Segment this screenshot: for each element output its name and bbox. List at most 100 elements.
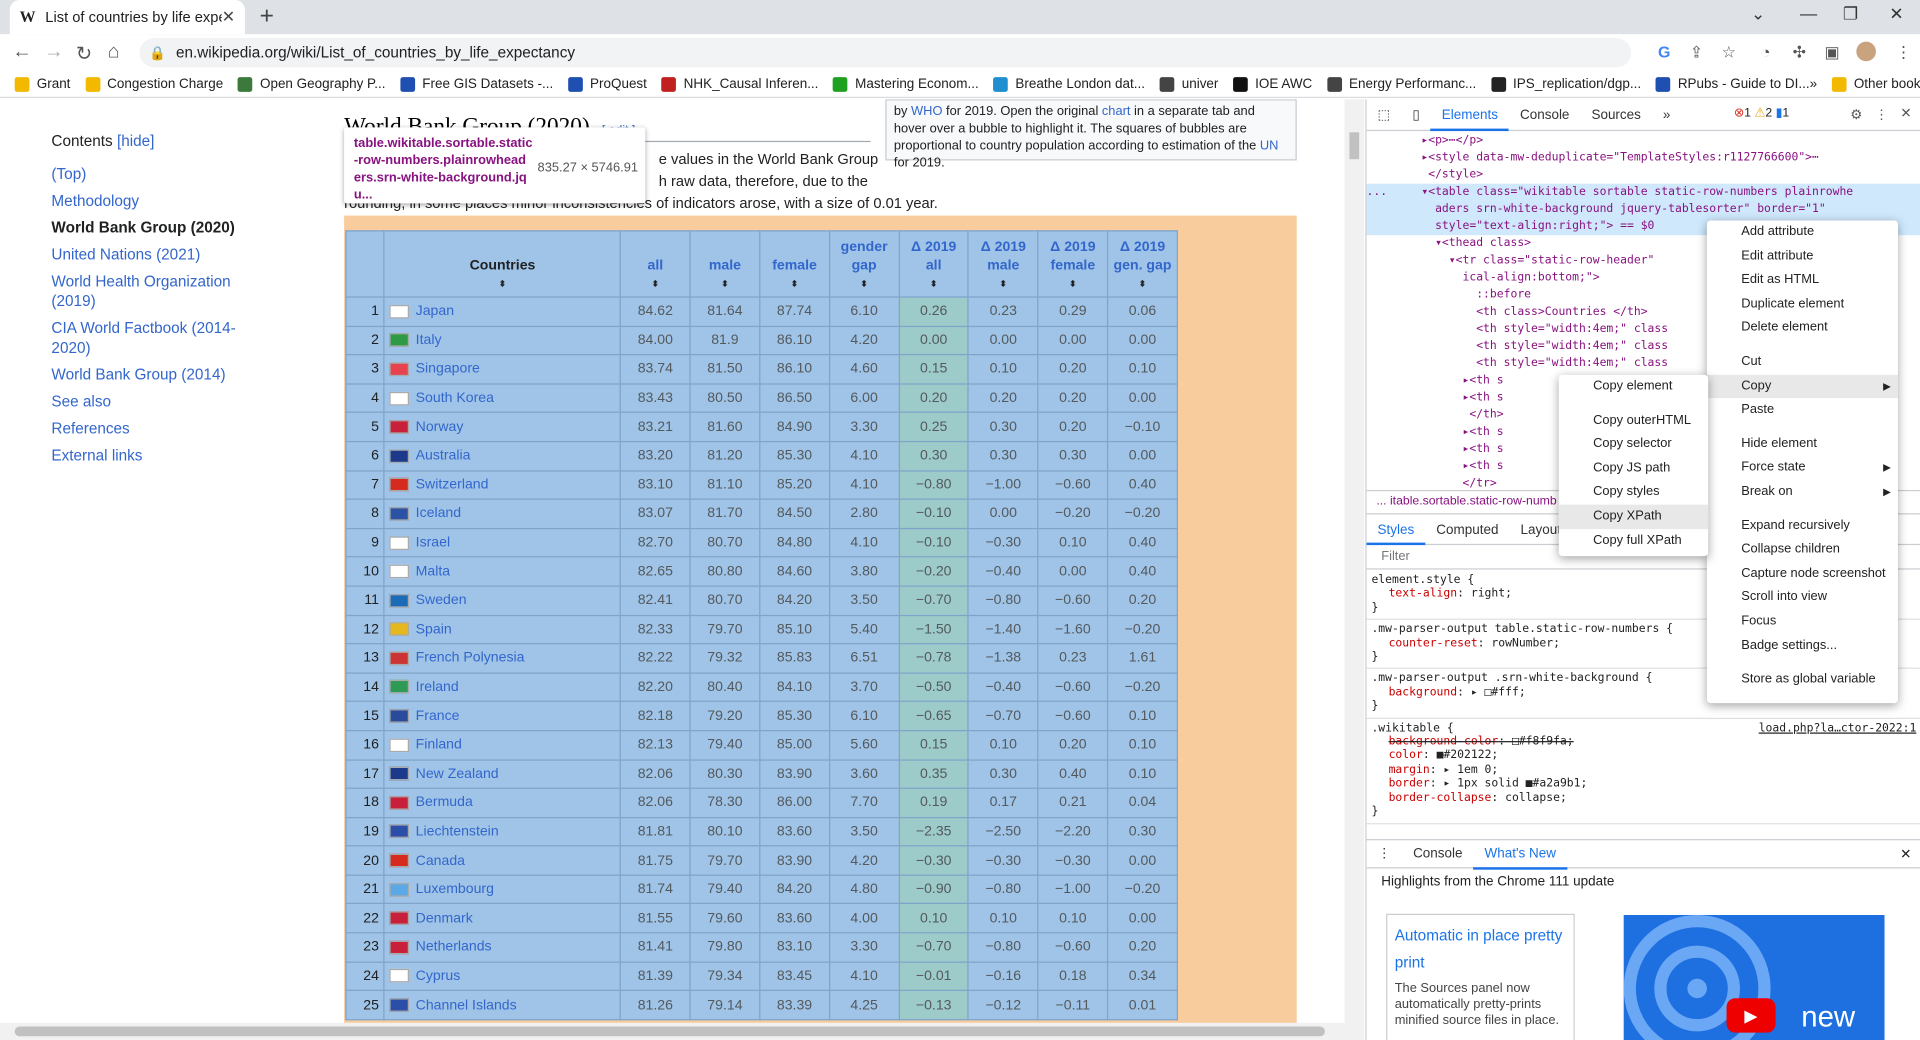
css-property[interactable]: color: ■#202122;	[1371, 749, 1916, 763]
country-link[interactable]: Malta	[416, 564, 450, 579]
country-link[interactable]: Spain	[416, 622, 452, 637]
tab-console[interactable]: Console	[1509, 99, 1580, 131]
country-cell[interactable]: Singapore	[383, 354, 622, 385]
css-rule[interactable]: load.php?la…ctor-2022:1 .wikitable {backg…	[1366, 719, 1920, 824]
country-link[interactable]: Sweden	[416, 593, 467, 608]
copy-submenu-item[interactable]: Copy XPath	[1558, 504, 1709, 529]
bookmark-item[interactable]: Mastering Econom...	[833, 76, 979, 92]
who-link[interactable]: WHO	[911, 104, 942, 119]
context-menu-item[interactable]: Cut	[1707, 350, 1898, 374]
country-cell[interactable]: Spain	[383, 614, 622, 645]
tab-elements[interactable]: Elements	[1430, 99, 1509, 131]
context-menu-item[interactable]: Capture node screenshot	[1707, 562, 1898, 586]
country-cell[interactable]: Cyprus	[383, 961, 622, 992]
css-property[interactable]: margin: ▸ 1em 0;	[1371, 763, 1916, 777]
country-cell[interactable]: Israel	[383, 527, 622, 558]
country-cell[interactable]: Netherlands	[383, 932, 622, 963]
country-link[interactable]: Netherlands	[416, 940, 492, 955]
country-link[interactable]: Ireland	[416, 680, 459, 695]
context-menu-item[interactable]: Expand recursively	[1707, 514, 1898, 538]
extensions-puzzle-icon[interactable]: ✣	[1793, 43, 1806, 63]
toc-item[interactable]: Methodology	[51, 191, 271, 211]
reload-icon[interactable]: ↻	[76, 42, 92, 66]
dom-node-line[interactable]: ... ▾<table class="wikitable sortable st…	[1366, 183, 1920, 201]
bookmark-item[interactable]: NHK_Causal Inferen...	[661, 76, 818, 92]
google-lens-icon[interactable]: G	[1658, 43, 1670, 61]
country-cell[interactable]: Italy	[383, 325, 622, 356]
toc-hide-link[interactable]: [hide]	[117, 132, 154, 149]
context-menu-item[interactable]: Paste	[1707, 398, 1898, 422]
css-rule-source-link[interactable]: load.php?la…ctor-2022:1	[1759, 721, 1917, 735]
css-property[interactable]: background-color: □#f8f9fa;	[1371, 735, 1916, 749]
country-cell[interactable]: Liechtenstein	[383, 816, 622, 847]
page-scroll-thumb[interactable]	[1349, 132, 1360, 160]
copy-submenu-item[interactable]: Copy selector	[1559, 433, 1708, 457]
close-drawer-icon[interactable]: ✕	[1900, 846, 1911, 862]
column-header[interactable]: Δ 2019 male ⬍	[967, 230, 1039, 298]
country-cell[interactable]: Sweden	[383, 585, 622, 616]
country-cell[interactable]: France	[383, 701, 622, 732]
context-menu-item[interactable]: Force state ▶	[1707, 456, 1898, 480]
profile-avatar[interactable]	[1856, 41, 1876, 62]
address-bar[interactable]: 🔒 en.wikipedia.org/wiki/List_of_countrie…	[139, 37, 1632, 68]
close-devtools-icon[interactable]: ✕	[1900, 105, 1911, 122]
inspect-element-icon[interactable]: ⬚	[1367, 99, 1402, 131]
sort-icon[interactable]: ⬍	[1111, 276, 1175, 297]
forward-icon[interactable]: →	[44, 42, 64, 64]
tab-styles[interactable]: Styles	[1366, 515, 1426, 545]
css-property[interactable]: border: ▸ 1px solid ■#a2a9b1;	[1371, 777, 1916, 791]
country-link[interactable]: Cyprus	[416, 969, 461, 984]
sort-icon[interactable]: ⬍	[624, 276, 687, 297]
bookmark-item[interactable]: IOE AWC	[1233, 76, 1312, 92]
country-cell[interactable]: Norway	[383, 412, 622, 443]
country-link[interactable]: Bermuda	[416, 795, 473, 810]
country-link[interactable]: Israel	[416, 535, 450, 550]
country-cell[interactable]: Denmark	[383, 903, 622, 934]
country-cell[interactable]: Japan	[383, 296, 622, 327]
drawer-tab-whats-new[interactable]: What's New	[1473, 838, 1567, 870]
context-menu-item[interactable]: Edit attribute	[1707, 244, 1898, 268]
browser-tab[interactable]: W List of countries by life expectanc ✕	[9, 0, 245, 35]
restore-icon[interactable]: ❐	[1843, 4, 1858, 25]
toc-item[interactable]: (Top)	[51, 164, 271, 184]
bookmark-item[interactable]: Grant	[14, 76, 70, 92]
country-cell[interactable]: Ireland	[383, 672, 622, 703]
extension-icon[interactable]: ◔	[1761, 43, 1771, 61]
country-link[interactable]: Japan	[416, 304, 454, 319]
issue-badges[interactable]: ⊗1 ⚠2 ▮1	[1734, 107, 1789, 120]
home-icon[interactable]: ⌂	[108, 42, 120, 64]
country-link[interactable]: New Zealand	[416, 767, 499, 782]
column-header[interactable]: male ⬍	[689, 230, 761, 298]
sort-icon[interactable]: ⬍	[693, 276, 756, 297]
drawer-menu-icon[interactable]: ⋮	[1367, 838, 1403, 870]
bookmark-star-icon[interactable]: ☆	[1722, 43, 1736, 63]
close-window-icon[interactable]: ✕	[1889, 4, 1903, 25]
sort-icon[interactable]: ⬍	[902, 276, 965, 297]
dom-node-line[interactable]: </style>	[1367, 167, 1920, 184]
country-link[interactable]: Italy	[416, 333, 442, 348]
country-link[interactable]: Liechtenstein	[416, 824, 499, 839]
context-menu-item[interactable]: Badge settings...	[1707, 634, 1898, 658]
bookmark-item[interactable]: univer	[1159, 76, 1218, 92]
bookmark-item[interactable]: Energy Performanc...	[1326, 76, 1476, 92]
country-cell[interactable]: Iceland	[383, 498, 622, 529]
youtube-play-icon[interactable]: ▶	[1726, 998, 1776, 1033]
dom-node-line[interactable]: ▸<p>⋯</p>	[1367, 132, 1920, 149]
bookmark-item[interactable]: IPS_replication/dgp...	[1490, 76, 1641, 92]
bookmark-item[interactable]: Free GIS Datasets -...	[400, 76, 553, 92]
dom-node-line[interactable]: ▸<style data-mw-deduplicate="TemplateSty…	[1367, 149, 1920, 166]
bookmark-item[interactable]: RPubs - Guide to DI...	[1655, 76, 1810, 92]
toc-item[interactable]: CIA World Factbook (2014-2020)	[51, 318, 271, 357]
country-link[interactable]: Denmark	[416, 911, 473, 926]
copy-submenu-item[interactable]: Copy full XPath	[1559, 529, 1708, 553]
drawer-tab-console[interactable]: Console	[1402, 838, 1473, 870]
country-cell[interactable]: New Zealand	[383, 758, 622, 789]
chart-link[interactable]: chart	[1102, 104, 1131, 119]
tab-sources[interactable]: Sources	[1580, 99, 1651, 131]
country-cell[interactable]: Malta	[383, 556, 622, 587]
copy-submenu-item[interactable]: Copy JS path	[1559, 457, 1708, 481]
country-link[interactable]: Switzerland	[416, 478, 489, 493]
country-cell[interactable]: Finland	[383, 729, 622, 761]
context-menu-item[interactable]: Collapse children	[1707, 538, 1898, 562]
css-property[interactable]: border-collapse: collapse;	[1371, 791, 1916, 805]
